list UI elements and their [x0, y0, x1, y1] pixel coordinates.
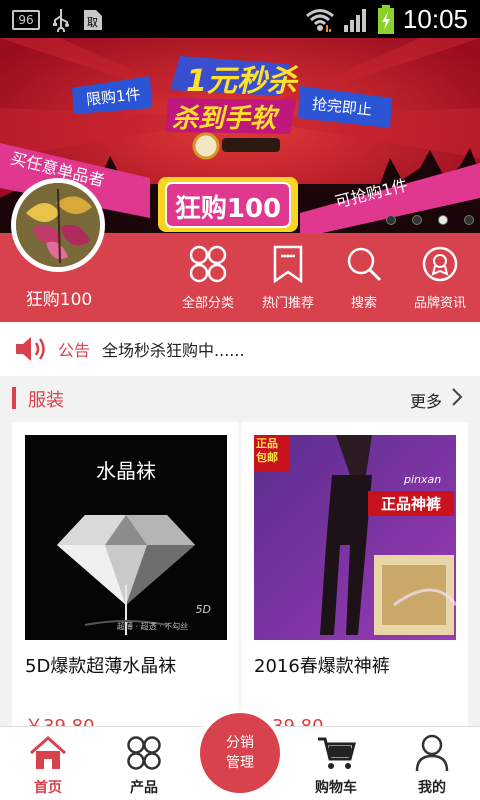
banner-dot-active[interactable]	[438, 215, 448, 225]
product-image-5d: 5D	[195, 603, 211, 616]
quick-nav-search[interactable]: 搜索	[324, 244, 404, 311]
quick-nav-hot-picks[interactable]: 热门推荐	[248, 244, 328, 311]
announcement-bar[interactable]: 公告 全场秒杀狂购中......	[0, 322, 480, 376]
distribution-management-button[interactable]: 分销 管理	[200, 713, 280, 793]
quick-nav-brand-news[interactable]: 品牌资讯	[400, 244, 480, 311]
tab-label: 我的	[418, 780, 446, 796]
banner-dot[interactable]	[386, 215, 396, 225]
sim-icon: 取	[84, 10, 102, 30]
product-image-note: 超薄 · 超透 · 不勾丝	[117, 622, 189, 631]
banner-dot[interactable]	[412, 215, 422, 225]
status-left: 96 取	[12, 8, 104, 32]
product-image: 正品包邮 pinxan 正品神裤	[254, 435, 456, 640]
tab-products[interactable]: 产品	[96, 733, 192, 797]
tab-me[interactable]: 我的	[384, 733, 480, 797]
clock: 10:05	[402, 4, 468, 34]
brand-name: 狂购100	[25, 290, 93, 310]
tab-cart[interactable]: 购物车	[288, 733, 384, 797]
autumn-leaves-image	[16, 183, 100, 267]
quick-nav-label: 搜索	[350, 296, 377, 311]
cart-icon	[316, 733, 356, 773]
svg-text:取: 取	[87, 16, 98, 29]
product-grid: 水晶袜 5D 超薄 · 超透 · 不勾丝 5D爆款超薄水晶袜 ￥39.80 正品…	[12, 422, 468, 732]
distribution-button-text: 分销 管理	[226, 733, 254, 773]
announcement-label: 公告	[58, 341, 91, 360]
status-right: 10:05	[305, 4, 468, 35]
chevron-right-icon[interactable]	[450, 386, 464, 408]
tab-label: 产品	[130, 780, 158, 796]
wifi-icon	[305, 8, 334, 32]
product-card[interactable]: 水晶袜 5D 超薄 · 超透 · 不勾丝 5D爆款超薄水晶袜 ￥39.80	[12, 422, 239, 732]
signal-icon	[343, 8, 366, 32]
more-link[interactable]: 更多	[410, 388, 442, 412]
distribution-line1: 分销	[226, 735, 254, 751]
product-image-brand: pinxan	[404, 473, 442, 486]
quick-nav-label: 品牌资讯	[413, 296, 466, 311]
battery-charging-icon	[377, 4, 394, 34]
announcement-text: 全场秒杀狂购中......	[102, 341, 245, 360]
banner-headline-top: 1元秒杀	[186, 64, 297, 99]
search-icon	[344, 244, 384, 284]
quick-nav-label: 热门推荐	[261, 296, 314, 311]
tab-home[interactable]: 首页	[0, 733, 96, 797]
home-icon	[28, 733, 68, 773]
app-screen: 96 取 10:05 1元秒杀 杀到手软 限购1件 抢完即止 买任意单品者 可抢…	[0, 0, 480, 800]
banner-headline-bottom: 杀到手软	[172, 104, 277, 134]
distribution-button-ring: 分销 管理	[195, 708, 285, 798]
grid-icon	[124, 733, 164, 773]
product-card[interactable]: 正品包邮 pinxan 正品神裤 2016春爆款神裤 ￥39.80	[241, 422, 468, 732]
speaker-icon	[16, 337, 45, 361]
person-icon	[412, 733, 452, 773]
banner-badge: 狂购100	[174, 194, 282, 224]
grid-icon	[188, 244, 228, 284]
product-name: 5D爆款超薄水晶袜	[25, 656, 177, 677]
brand-avatar[interactable]	[11, 178, 105, 272]
banner-dot[interactable]	[464, 215, 474, 225]
product-name: 2016春爆款神裤	[254, 656, 390, 677]
product-image-caption: 水晶袜	[96, 459, 156, 483]
section-title: 服装	[28, 390, 64, 411]
tab-label: 首页	[34, 780, 62, 796]
status-bar: 96 取 10:05	[0, 0, 480, 38]
bookmark-icon	[268, 244, 308, 284]
product-image-title: 正品神裤	[368, 491, 454, 516]
battery-level: 96	[18, 13, 34, 27]
usb-icon	[53, 9, 69, 32]
quick-nav-label: 全部分类	[181, 296, 234, 311]
category-section-header: 服装 更多	[0, 376, 480, 422]
tab-label: 购物车	[315, 780, 357, 796]
distribution-line2: 管理	[226, 755, 254, 771]
product-image: 水晶袜 5D 超薄 · 超透 · 不勾丝	[25, 435, 227, 640]
section-accent-bar	[12, 387, 16, 409]
product-image-tag: 正品包邮	[256, 437, 278, 464]
banner-pagination	[386, 215, 474, 225]
battery-box-icon: 96	[12, 10, 40, 30]
brand-badge-icon	[420, 244, 460, 284]
quick-nav-all-categories[interactable]: 全部分类	[168, 244, 248, 311]
